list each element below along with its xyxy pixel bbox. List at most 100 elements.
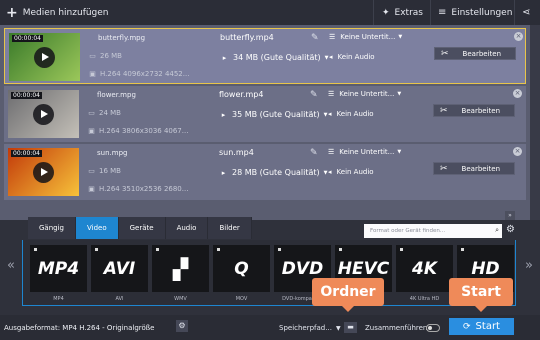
source-info: ▣ H.264 3510x2536 2680...	[87, 185, 188, 193]
rename-pencil-icon[interactable]: ✎	[310, 148, 318, 158]
tab-bilder[interactable]: Bilder	[208, 217, 252, 239]
play-icon[interactable]	[33, 162, 54, 183]
subtitles-dropdown[interactable]: ☰ Keine Untertit... ▼	[328, 148, 401, 156]
folder-callout-text: Ordner	[320, 284, 376, 300]
subtitles-dropdown[interactable]: ☰ Keine Untertit... ▼	[328, 90, 401, 98]
file-row[interactable]: 00:00:04 flower.mpg ▭ 24 MB ▣ H.264 3806…	[4, 86, 526, 142]
source-info-value: H.264 3510x2536 2680...	[99, 185, 189, 193]
format-label: MP4	[53, 296, 64, 302]
remove-file-close-icon[interactable]: ×	[513, 89, 522, 98]
output-settings-gear-icon[interactable]: ⚙	[176, 320, 188, 332]
chevron-down-icon: ▼	[397, 91, 402, 97]
add-media-label: Medien hinzufügen	[22, 7, 109, 18]
duration-badge: 00:00:04	[11, 92, 42, 99]
codec-icon: ▣	[89, 70, 96, 78]
format-logo-text: HD	[471, 258, 500, 279]
play-icon[interactable]	[34, 47, 55, 68]
source-size: ▭ 26 MB	[88, 52, 122, 60]
file-row[interactable]: 00:00:04 sun.mpg ▭ 16 MB ▣ H.264 3510x25…	[4, 144, 526, 200]
source-info-value: H.264 4096x2732 4452...	[100, 70, 190, 78]
tile-marker	[278, 248, 281, 251]
edit-button[interactable]: ✂ Bearbeiten	[434, 47, 516, 60]
source-file-name: butterfly.mpg	[98, 34, 146, 42]
tab-geräte[interactable]: Geräte	[118, 217, 166, 239]
tab-gängig[interactable]: Gängig	[28, 217, 76, 239]
remove-file-close-icon[interactable]: ×	[513, 147, 522, 156]
output-file-name[interactable]: butterfly.mp4	[220, 33, 274, 42]
start-callout: Start	[449, 278, 513, 312]
format-label: WMV	[174, 296, 187, 302]
chevron-down-icon[interactable]: ▼	[324, 170, 328, 176]
tile-marker	[400, 248, 403, 251]
settings-button[interactable]: ≡ Einstellungen	[438, 0, 512, 25]
scroll-left-arrow-icon[interactable]: «	[7, 258, 15, 273]
collapse-panel-button[interactable]: »	[505, 211, 515, 220]
tile-marker	[339, 248, 342, 251]
audio-dropdown[interactable]: ◂ Kein Audio	[328, 168, 374, 176]
chevron-down-icon[interactable]: ▼	[324, 112, 328, 118]
scroll-right-arrow-icon[interactable]: »	[525, 258, 533, 273]
add-media-button[interactable]: + Medien hinzufügen	[6, 0, 109, 25]
format-tile[interactable]: Q MOV	[213, 245, 270, 302]
search-icon: ⌕	[495, 226, 499, 234]
format-tile[interactable]: AVI AVI	[91, 245, 148, 302]
merge-toggle[interactable]	[426, 324, 440, 332]
chevron-down-icon[interactable]: ▼	[325, 55, 329, 61]
output-size: ▸ 34 MB (Gute Qualität) ▼	[220, 53, 329, 62]
play-icon[interactable]	[33, 104, 54, 125]
audio-dropdown[interactable]: ◂ Kein Audio	[328, 110, 374, 118]
subtitles-value: Keine Untertit...	[339, 148, 395, 156]
folder-icon[interactable]: ▬	[344, 322, 357, 333]
output-size-value: 34 MB (Gute Qualität)	[233, 53, 321, 62]
output-file-name[interactable]: flower.mp4	[219, 90, 263, 99]
start-button[interactable]: ⟳ Start	[449, 318, 514, 335]
video-thumbnail[interactable]: 00:00:04	[9, 33, 80, 81]
format-tile[interactable]: 4K 4K Ultra HD	[396, 245, 453, 302]
rename-pencil-icon[interactable]: ✎	[311, 33, 319, 43]
scissors-icon: ✂	[440, 163, 448, 174]
format-search-input[interactable]: Format oder Gerät finden... ⌕	[364, 224, 502, 238]
output-format-label: Ausgabeformat: MP4 H.264 - Originalgröße	[4, 324, 155, 332]
file-size-icon: ▭	[89, 52, 96, 60]
video-thumbnail[interactable]: 00:00:04	[8, 90, 79, 138]
subtitles-dropdown[interactable]: ☰ Keine Untertit... ▼	[329, 33, 402, 41]
duration-badge: 00:00:04	[11, 150, 42, 157]
format-logo-icon: MP4	[30, 245, 87, 292]
subtitles-icon: ☰	[328, 90, 335, 98]
file-row[interactable]: 00:00:04 butterfly.mpg ▭ 26 MB ▣ H.264 4…	[4, 28, 526, 84]
start-callout-text: Start	[461, 284, 501, 300]
format-settings-icon[interactable]: ⚙	[506, 224, 515, 235]
rename-pencil-icon[interactable]: ✎	[310, 90, 318, 100]
extras-button[interactable]: ✦ Extras	[382, 0, 423, 25]
video-thumbnail[interactable]: 00:00:04	[8, 148, 79, 196]
tab-audio[interactable]: Audio	[165, 217, 209, 239]
toolbar-divider	[430, 0, 431, 25]
tab-video[interactable]: Video	[75, 217, 119, 239]
audio-value: Kein Audio	[337, 53, 375, 61]
format-logo-icon: AVI	[91, 245, 148, 292]
format-tile[interactable]: MP4 MP4	[30, 245, 87, 302]
source-file-name: sun.mpg	[97, 149, 128, 157]
edit-button[interactable]: ✂ Bearbeiten	[433, 162, 515, 175]
format-logo-text: HEVC	[337, 258, 390, 279]
source-info-value: H.264 3806x3036 4067...	[99, 127, 189, 135]
share-button[interactable]: ⋖	[522, 0, 530, 25]
file-size-icon: ▭	[88, 109, 95, 117]
output-size-value: 35 MB (Gute Qualität)	[232, 110, 320, 119]
format-logo-text: Q	[234, 258, 249, 279]
format-tile[interactable]: ▞ WMV	[152, 245, 209, 302]
toolbar-divider	[514, 0, 515, 25]
format-label: 4K Ultra HD	[409, 296, 440, 302]
refresh-icon: ⟳	[463, 321, 471, 332]
app-window: + Medien hinzufügen ✦ Extras ≡ Einstellu…	[0, 0, 540, 340]
output-file-name[interactable]: sun.mp4	[219, 148, 254, 157]
speaker-icon: ◂	[328, 168, 332, 176]
save-path-dropdown[interactable]: Speicherpfad... ▼	[279, 324, 341, 332]
edit-button[interactable]: ✂ Bearbeiten	[433, 104, 515, 117]
subtitles-icon: ☰	[329, 33, 336, 41]
duration-badge: 00:00:04	[12, 35, 43, 42]
edit-label: Bearbeiten	[461, 106, 501, 115]
file-list-scrollbar[interactable]	[530, 25, 540, 220]
remove-file-close-icon[interactable]: ×	[514, 32, 523, 41]
audio-dropdown[interactable]: ◂ Kein Audio	[329, 53, 375, 61]
